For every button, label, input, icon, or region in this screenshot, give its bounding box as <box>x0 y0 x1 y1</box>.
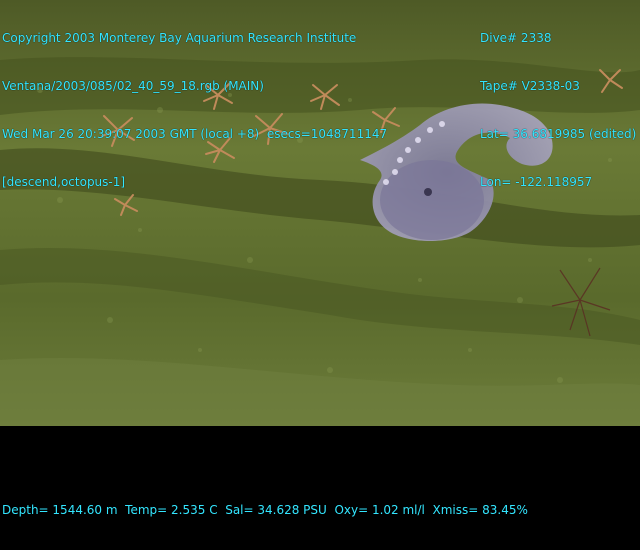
file-info-text: Ventana/2003/085/02_40_59_18.rgb (MAIN) <box>2 79 264 93</box>
overlay-header-right: Dive# 2338 Tape# V2338-03 Lat= 36.681998… <box>480 0 636 222</box>
dive-number-text: Dive# 2338 <box>480 31 552 45</box>
timestamp-text: Wed Mar 26 20:39:07 2003 GMT (local +8) … <box>2 127 388 141</box>
copyright-text: Copyright 2003 Monterey Bay Aquarium Res… <box>2 31 357 45</box>
video-frame: Copyright 2003 Monterey Bay Aquarium Res… <box>0 0 640 517</box>
tape-number-text: Tape# V2338-03 <box>480 79 580 93</box>
overlay-header-left: Copyright 2003 Monterey Bay Aquarium Res… <box>2 0 387 222</box>
annotation-tag-text: [descend,octopus-1] <box>2 175 126 189</box>
longitude-text: Lon= -122.118957 <box>480 175 593 189</box>
overlay-footer: Depth= 1544.60 m Temp= 2.535 C Sal= 34.6… <box>2 470 528 550</box>
latitude-text: Lat= 36.6819985 (edited) <box>480 127 637 141</box>
sensor-readout-text: Depth= 1544.60 m Temp= 2.535 C Sal= 34.6… <box>2 503 528 517</box>
